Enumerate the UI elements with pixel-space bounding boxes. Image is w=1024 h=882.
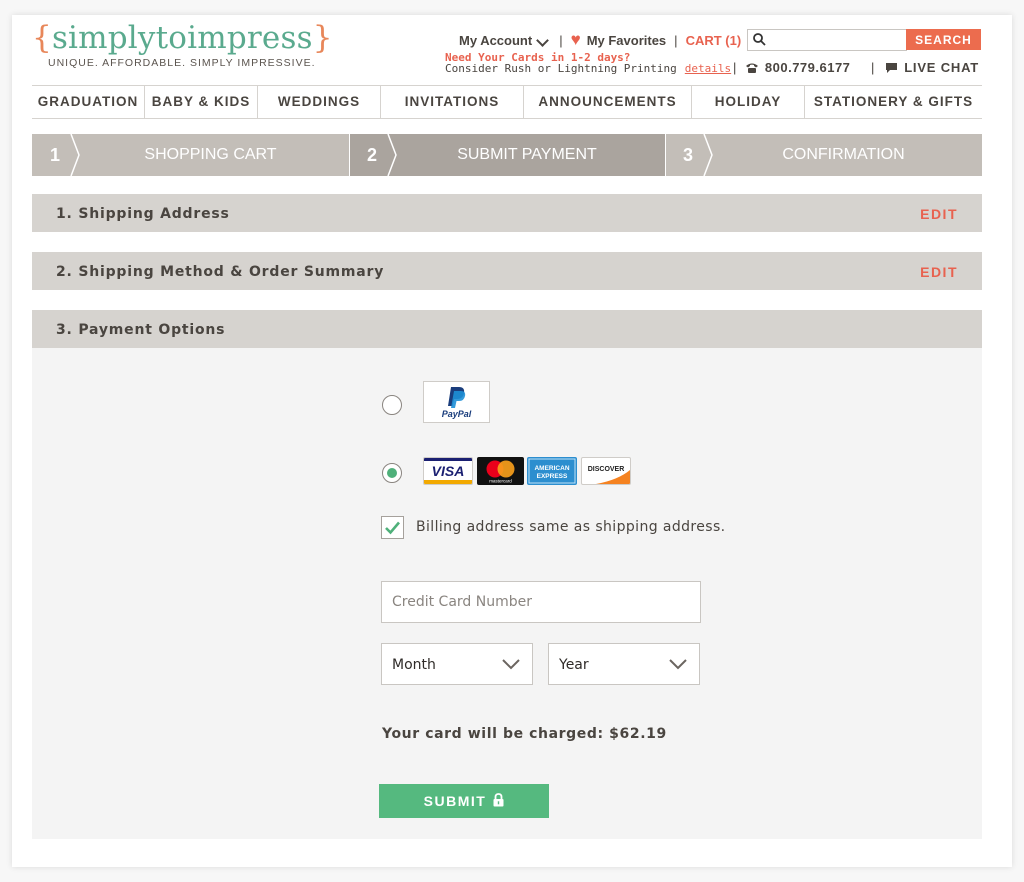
year-select[interactable]: Year xyxy=(548,643,700,685)
step-number: 2 xyxy=(367,145,378,165)
nav-item-baby-kids[interactable]: BABY & KIDS xyxy=(145,86,258,118)
phone-number[interactable]: | 800.779.6177 xyxy=(733,60,850,75)
credit-card-number-input[interactable] xyxy=(382,582,700,622)
separator: | xyxy=(559,32,563,48)
section-shipping-method[interactable]: 2. Shipping Method & Order Summary EDIT xyxy=(32,252,982,290)
step-shopping-cart[interactable]: 1 SHOPPING CART xyxy=(32,134,349,176)
phone-icon xyxy=(745,63,758,73)
checkout-steps: 1 SHOPPING CART 2 SUBMIT PAYMENT 3 CONFI… xyxy=(32,134,982,176)
step-label: SHOPPING CART xyxy=(144,146,277,163)
rush-printing-promo: Need Your Cards in 1-2 days? Consider Ru… xyxy=(445,52,731,74)
visa-text: VISA xyxy=(432,463,465,479)
mastercard-logo: mastercard xyxy=(477,457,524,485)
credit-card-radio[interactable] xyxy=(382,463,402,483)
nav-item-graduation[interactable]: GRADUATION xyxy=(32,86,145,118)
amex-text-bottom: EXPRESS xyxy=(537,473,568,480)
month-select[interactable]: Month xyxy=(381,643,533,685)
paypal-logo-text: PayPal xyxy=(442,409,472,419)
step-label: CONFIRMATION xyxy=(782,146,905,163)
paypal-radio[interactable] xyxy=(382,395,402,415)
step-separator xyxy=(349,134,350,176)
billing-same-checkbox[interactable] xyxy=(381,516,404,539)
paypal-logo: PayPal xyxy=(423,381,490,423)
charge-amount-text: Your card will be charged: $62.19 xyxy=(382,726,667,742)
billing-same-label: Billing address same as shipping address… xyxy=(416,519,726,535)
separator: | xyxy=(871,60,876,75)
year-select-value: Year xyxy=(559,657,589,673)
section-payment-options: 3. Payment Options xyxy=(32,310,982,348)
step-number: 3 xyxy=(683,145,694,165)
my-favorites-link[interactable]: My Favorites xyxy=(587,33,666,48)
nav-item-invitations[interactable]: INVITATIONS xyxy=(381,86,524,118)
step-submit-payment[interactable]: 2 SUBMIT PAYMENT xyxy=(349,134,665,176)
chevron-down-icon xyxy=(502,659,520,670)
nav-item-announcements[interactable]: ANNOUNCEMENTS xyxy=(524,86,692,118)
mastercard-text: mastercard xyxy=(489,479,512,484)
month-select-value: Month xyxy=(392,657,436,673)
search-button[interactable]: SEARCH xyxy=(906,29,981,50)
discover-logo: DISCOVER xyxy=(581,457,631,485)
logo-wordmark: {simplytoimpress} xyxy=(32,20,333,56)
section-title: 1. Shipping Address xyxy=(56,206,230,222)
step-number: 1 xyxy=(50,145,61,165)
section-title: 2. Shipping Method & Order Summary xyxy=(56,264,385,280)
amex-logo: AMERICAN EXPRESS xyxy=(527,457,577,485)
heart-icon: ♥ xyxy=(570,30,581,49)
category-nav: GRADUATION BABY & KIDS WEDDINGS INVITATI… xyxy=(32,85,982,119)
rush-subtext: Consider Rush or Lightning Printing detai… xyxy=(445,62,732,75)
step-separator xyxy=(665,134,666,176)
search-input[interactable] xyxy=(770,31,904,49)
discover-text: DISCOVER xyxy=(588,466,625,473)
step-confirmation[interactable]: 3 CONFIRMATION xyxy=(665,134,982,176)
chevron-down-icon xyxy=(669,659,687,670)
rush-details-link[interactable]: details xyxy=(685,62,731,75)
cart-link[interactable]: CART (1) xyxy=(686,33,742,48)
my-account-link[interactable]: My Account xyxy=(459,33,551,48)
chevron-down-icon xyxy=(536,33,550,47)
credit-card-number-field[interactable] xyxy=(381,581,701,623)
submit-payment-button[interactable]: SUBMIT xyxy=(379,784,549,818)
nav-item-holiday[interactable]: HOLIDAY xyxy=(692,86,805,118)
site-logo[interactable]: {simplytoimpress} UNIQUE. AFFORDABLE. SI… xyxy=(32,20,333,69)
search-icon xyxy=(753,33,766,46)
amex-text-top: AMERICAN xyxy=(534,465,569,472)
section-title: 3. Payment Options xyxy=(56,322,226,338)
search-box[interactable] xyxy=(747,29,907,51)
chat-bubble-icon xyxy=(886,62,898,73)
logo-tagline: UNIQUE. AFFORDABLE. SIMPLY IMPRESSIVE. xyxy=(48,57,316,69)
top-links: My Account | ♥ My Favorites | CART (1) xyxy=(459,30,741,50)
nav-item-weddings[interactable]: WEDDINGS xyxy=(258,86,381,118)
nav-item-stationery-gifts[interactable]: STATIONERY & GIFTS xyxy=(805,86,982,118)
checkmark-icon xyxy=(385,521,400,535)
separator: | xyxy=(733,60,737,75)
live-chat-link[interactable]: | LIVE CHAT xyxy=(871,60,979,75)
edit-shipping-address-link[interactable]: EDIT xyxy=(920,194,958,234)
edit-shipping-method-link[interactable]: EDIT xyxy=(920,252,958,292)
separator: | xyxy=(674,32,678,48)
visa-logo: VISA xyxy=(423,457,473,485)
lock-icon xyxy=(493,793,504,807)
section-shipping-address[interactable]: 1. Shipping Address EDIT xyxy=(32,194,982,232)
step-label: SUBMIT PAYMENT xyxy=(457,146,597,163)
submit-label: SUBMIT xyxy=(423,793,487,809)
